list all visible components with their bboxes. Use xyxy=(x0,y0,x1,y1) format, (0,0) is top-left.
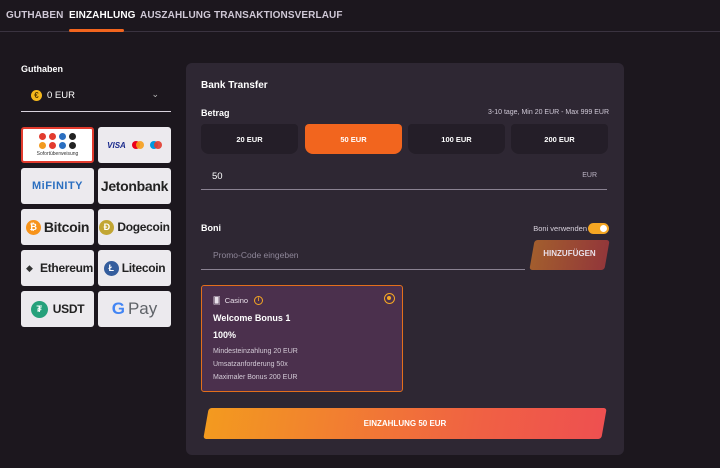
gpay-label: Pay xyxy=(127,299,158,318)
active-tab-indicator xyxy=(69,29,124,32)
deposit-submit-label[interactable]: EINZAHLUNG 50 EUR xyxy=(201,419,609,428)
amount-option-20[interactable]: 20 EUR xyxy=(201,124,298,154)
amount-input-value: 50 xyxy=(212,171,223,182)
top-tab-bar: GUTHABEN EINZAHLUNG AUSZAHLUNG TRANSAKTI… xyxy=(0,0,720,32)
bonus-min-deposit: Mindesteinzahlung 20 EUR xyxy=(213,348,298,355)
method-dogecoin[interactable]: Ð Dogecoin xyxy=(98,209,171,245)
promo-code-input[interactable]: Promo-Code eingeben xyxy=(201,240,525,270)
google-g-icon: G xyxy=(111,299,125,318)
method-gpay[interactable]: G Pay xyxy=(98,291,171,327)
method-sofort[interactable]: Sofortüberweisung xyxy=(21,127,94,163)
method-usdt[interactable]: ₮ USDT xyxy=(21,291,94,327)
deposit-panel: Bank Transfer Betrag 3-10 tage, Min 20 E… xyxy=(186,63,624,455)
mifinity-label: MiFINITY xyxy=(31,180,84,192)
mastercard-icon xyxy=(131,141,144,149)
promo-code-placeholder: Promo-Code eingeben xyxy=(213,250,299,260)
method-bitcoin[interactable]: ₿ Bitcoin xyxy=(21,209,94,245)
chevron-down-icon: ⌄ xyxy=(151,89,159,99)
bonus-card[interactable]: 🂠 Casino i Welcome Bonus 1 100% Mindeste… xyxy=(201,285,403,392)
litecoin-icon: Ł xyxy=(103,260,119,276)
balance-selector[interactable]: € 0 EUR ⌄ xyxy=(21,85,171,112)
amount-input[interactable]: 50 EUR xyxy=(201,164,607,190)
method-mifinity[interactable]: MiFINITY xyxy=(21,168,94,204)
boni-label: Boni xyxy=(201,223,221,233)
ethereum-label: Ethereum xyxy=(40,261,93,275)
panel-title: Bank Transfer xyxy=(201,80,268,91)
tab-guthaben[interactable]: GUTHABEN xyxy=(6,10,63,21)
tab-transaktionsverlauf[interactable]: TRANSAKTIONSVERLAUF xyxy=(214,10,343,21)
amount-option-50[interactable]: 50 EUR xyxy=(305,124,402,154)
bonus-title: Welcome Bonus 1 xyxy=(213,313,291,323)
bonus-category: Casino xyxy=(224,296,249,305)
litecoin-label: Litecoin xyxy=(121,261,166,275)
amount-option-200[interactable]: 200 EUR xyxy=(511,124,608,154)
amount-range-hint: 3-10 tage, Min 20 EUR - Max 999 EUR xyxy=(488,109,609,116)
tab-auszahlung[interactable]: AUSZAHLUNG xyxy=(140,10,211,21)
bonus-max: Maximaler Bonus 200 EUR xyxy=(213,374,298,381)
amount-label: Betrag xyxy=(201,108,230,118)
dogecoin-icon: Ð xyxy=(99,219,115,235)
sofort-logo-icon xyxy=(37,133,79,140)
method-cards[interactable]: VISA xyxy=(98,127,171,163)
bitcoin-label: Bitcoin xyxy=(43,219,90,235)
amount-option-100[interactable]: 100 EUR xyxy=(408,124,505,154)
boni-toggle-label: Boni verwenden xyxy=(533,224,587,233)
bonus-percent: 100% xyxy=(213,330,237,340)
maestro-icon xyxy=(149,141,162,149)
info-icon[interactable]: i xyxy=(254,296,264,305)
bitcoin-icon: ₿ xyxy=(25,219,41,235)
method-ethereum[interactable]: ◆ Ethereum xyxy=(21,250,94,286)
method-litecoin[interactable]: Ł Litecoin xyxy=(98,250,171,286)
usdt-label: USDT xyxy=(52,302,85,316)
balance-title: Guthaben xyxy=(21,64,63,74)
amount-input-unit: EUR xyxy=(582,172,597,179)
ethereum-icon: ◆ xyxy=(26,262,33,273)
tether-icon: ₮ xyxy=(30,300,48,318)
balance-value: 0 EUR xyxy=(47,90,75,101)
euro-coin-icon: € xyxy=(31,90,42,101)
jetonbank-label: Jetonbank xyxy=(100,178,169,194)
method-jetonbank[interactable]: Jetonbank xyxy=(98,168,171,204)
bonus-wagering: Umsatzanforderung 50x xyxy=(213,361,288,368)
sofort-label: Sofortüberweisung xyxy=(36,151,79,157)
toggle-knob xyxy=(600,225,607,232)
visa-label: VISA xyxy=(107,140,126,150)
dogecoin-label: Dogecoin xyxy=(117,220,170,234)
casino-icon: 🂠 xyxy=(213,296,221,305)
add-promo-button-label[interactable]: HINZUFÜGEN xyxy=(532,249,607,258)
tab-einzahlung[interactable]: EINZAHLUNG xyxy=(69,10,136,21)
boni-toggle[interactable] xyxy=(588,223,609,234)
bonus-radio[interactable] xyxy=(384,293,395,304)
